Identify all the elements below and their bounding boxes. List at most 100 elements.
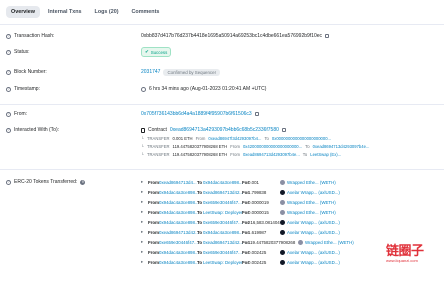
- erc20-from-label: From: [148, 199, 159, 205]
- tab-comments[interactable]: Comments: [127, 6, 165, 18]
- erc20-token-link[interactable]: Axelar Wrapp... (axlUSD...): [287, 190, 340, 195]
- erc20-row: ▸ From 0x94dac4a3ce898... To LeetSwap: De…: [141, 257, 340, 267]
- erc20-from-link[interactable]: 0xe659e30446f47...: [159, 240, 198, 245]
- transfer-from-link[interactable]: 0xead86947l3d4293097b4...: [208, 136, 261, 141]
- erc20-row: ▸ From 0x94dac4a3ce898... To 0xe659e30446…: [141, 197, 336, 207]
- erc20-row: ▸ From 0x94dac4a3ce898... To 0xe659e30446…: [141, 217, 340, 227]
- erc20-to-link[interactable]: LeetSwap: Deployer: [203, 210, 243, 215]
- erc20-from-link[interactable]: 0x94dac4a3ce898...: [159, 260, 199, 265]
- erc20-amount: 0.001: [248, 179, 259, 185]
- copy-icon[interactable]: [254, 111, 259, 117]
- transfer-to-link[interactable]: 0xead8694713d4293097b4e...: [313, 144, 370, 149]
- weth-token-icon: [280, 179, 285, 185]
- timestamp-label: Timestamp:: [14, 86, 40, 92]
- erc20-token-link[interactable]: Wrapped Ethe... (WETH): [287, 180, 336, 185]
- erc20-amount: 0.0000015: [248, 209, 269, 215]
- erc20-to-link[interactable]: LeetSwap: Deployer: [203, 260, 243, 265]
- transfer-to-link[interactable]: 0x0000000000000000000000...: [272, 136, 331, 141]
- watermark-logo: 链圈子 www.liquanzi.com: [386, 240, 424, 263]
- erc20-amount: 0.002425: [248, 249, 267, 255]
- erc20-token-link[interactable]: Axelar Wrapp... (axlUSD...): [287, 250, 340, 255]
- erc20-from-label: From: [148, 219, 159, 225]
- transfer-amount: 119.4475820377908268 ETH: [172, 143, 228, 149]
- erc20-to-link[interactable]: 0xead8694713d42...: [203, 240, 243, 245]
- transfer-from-link[interactable]: 0xead8694713d4293097b4e...: [243, 152, 300, 157]
- erc20-token-link[interactable]: Wrapped Ethe... (WETH): [287, 210, 336, 215]
- erc20-to-link[interactable]: 0xe659e30446f47...: [203, 200, 242, 205]
- erc20-from-link[interactable]: 0x94dac4a3ce898...: [159, 190, 199, 195]
- help-icon: ?: [6, 86, 11, 92]
- erc20-from-label: From: [148, 209, 159, 215]
- erc20-row: ▸ From 0x94dac4a3ce898... To LeetSwap: De…: [141, 207, 336, 217]
- erc20-to-link[interactable]: 0xe659e30446f47...: [203, 250, 242, 255]
- tab-internal-txns[interactable]: Internal Txns: [43, 6, 87, 18]
- weth-token-icon: [280, 209, 285, 215]
- erc20-to-link[interactable]: 0xead8694713d42...: [203, 190, 243, 195]
- erc20-token-link[interactable]: Wrapped Ethe... (WETH): [287, 200, 336, 205]
- transfer-to-link[interactable]: LeetSwap (Ex)...: [310, 152, 341, 157]
- axlusdc-token-icon: [280, 259, 285, 265]
- erc20-from-link[interactable]: 0x94dac4a3ce898...: [159, 250, 199, 255]
- block-number-row: ? Block Number: 2031747 Confirmed by Seque…: [6, 67, 440, 77]
- erc20-amount: 1.799838: [248, 189, 267, 195]
- erc20-from-label: From: [148, 249, 159, 255]
- transfer-from-label: From: [230, 143, 240, 149]
- erc20-to-link[interactable]: 0x94dac4a3ce898...: [203, 180, 243, 185]
- transfer-amount: 0.001 ETH: [172, 135, 193, 141]
- transfer-prefix: TRANSFER: [146, 143, 170, 149]
- weth-token-icon: [280, 199, 285, 205]
- transaction-hash-label: Transaction Hash:: [14, 33, 55, 39]
- transfer-to-label: To: [264, 135, 269, 141]
- tab-logs[interactable]: Logs (20): [90, 6, 124, 18]
- watermark-subtext: www.liquanzi.com: [386, 258, 418, 263]
- bullet-icon: ▸: [141, 239, 144, 244]
- block-number-link[interactable]: 2031747: [141, 69, 160, 75]
- help-icon: ?: [6, 69, 11, 75]
- transfer-from-label: From: [230, 151, 240, 157]
- bullet-icon: ▸: [141, 219, 144, 224]
- erc20-amount: 1.619987: [248, 229, 267, 235]
- from-address-link[interactable]: 0x705f736143bb6d4a4a1889f4f95907b6f61506…: [141, 111, 252, 117]
- copy-icon[interactable]: [281, 127, 286, 133]
- watermark-text: 链圈子: [386, 243, 424, 258]
- check-circle-icon: ✔: [145, 49, 149, 54]
- erc20-to-link[interactable]: 0xe659e30446f47...: [203, 220, 242, 225]
- erc20-token-link[interactable]: Axelar Wrapp... (axlUSD...): [287, 260, 340, 265]
- transfer-prefix: TRANSFER: [146, 151, 170, 157]
- erc20-from-link[interactable]: 0x94dac4a3ce898...: [159, 210, 199, 215]
- erc20-row: ▸ From 0x94dac4a3ce898... To 0xead8694713…: [141, 187, 340, 197]
- status-label: Status:: [14, 49, 30, 55]
- erc20-from-label: From: [148, 179, 159, 185]
- transaction-hash-row: ? Transaction Hash: 0xbb837d417b76d237b44…: [6, 31, 440, 41]
- erc20-token-link[interactable]: Axelar Wrapp... (axlUSD...): [287, 230, 340, 235]
- tab-overview[interactable]: Overview: [6, 6, 40, 18]
- block-number-label: Block Number:: [14, 69, 47, 75]
- transfer-from-link[interactable]: 0x4200000000000000000000...: [243, 144, 302, 149]
- timestamp-value: 6 hrs 34 mins ago (Aug-01-2023 01:20:41 …: [149, 86, 267, 92]
- erc20-row: ▸ From 0xead8694713d42... To 0x94dac4a3ce…: [141, 227, 340, 237]
- copy-icon[interactable]: [325, 33, 330, 39]
- bullet-icon: ▸: [141, 229, 144, 234]
- contract-address-link[interactable]: 0xead8694713a4293097b4bb6c68b5c2336f7580: [170, 127, 279, 133]
- bullet-icon: ▸: [141, 209, 144, 214]
- erc20-from-link[interactable]: 0x94dac4a3ce898...: [159, 200, 199, 205]
- axlusdc-token-icon: [280, 189, 285, 195]
- erc20-token-link[interactable]: Axelar Wrapp... (axlUSD...): [287, 220, 340, 225]
- transfer-from-label: From: [195, 135, 206, 141]
- transaction-hash-value: 0xbb837d417b76d237b4418e1695a50914a69253…: [141, 33, 323, 39]
- corner-arrow-icon: └: [141, 135, 144, 141]
- erc20-label: ERC-20 Tokens Transferred:: [14, 179, 78, 185]
- erc20-from-link[interactable]: 0xead8694713d42...: [159, 230, 199, 235]
- corner-arrow-icon: └: [141, 143, 144, 149]
- transfer-to-label: To: [305, 143, 310, 149]
- erc20-from-link[interactable]: 0x94dac4a3ce898...: [159, 220, 199, 225]
- contract-icon: [141, 127, 145, 133]
- erc20-row: ▸ From 0xe659e30446f47... To 0xead8694713…: [141, 237, 354, 247]
- erc20-from-link[interactable]: 0xead8694713d4...: [159, 180, 197, 185]
- help-icon: ?: [6, 179, 11, 185]
- transfer-prefix: TRANSFER: [146, 135, 170, 141]
- erc20-to-link[interactable]: 0x94dac4a3ce898...: [203, 230, 243, 235]
- bullet-icon: ▸: [141, 189, 144, 194]
- help-icon: ?: [6, 127, 11, 133]
- erc20-token-link[interactable]: Wrapped Ethe... (WETH): [305, 240, 354, 245]
